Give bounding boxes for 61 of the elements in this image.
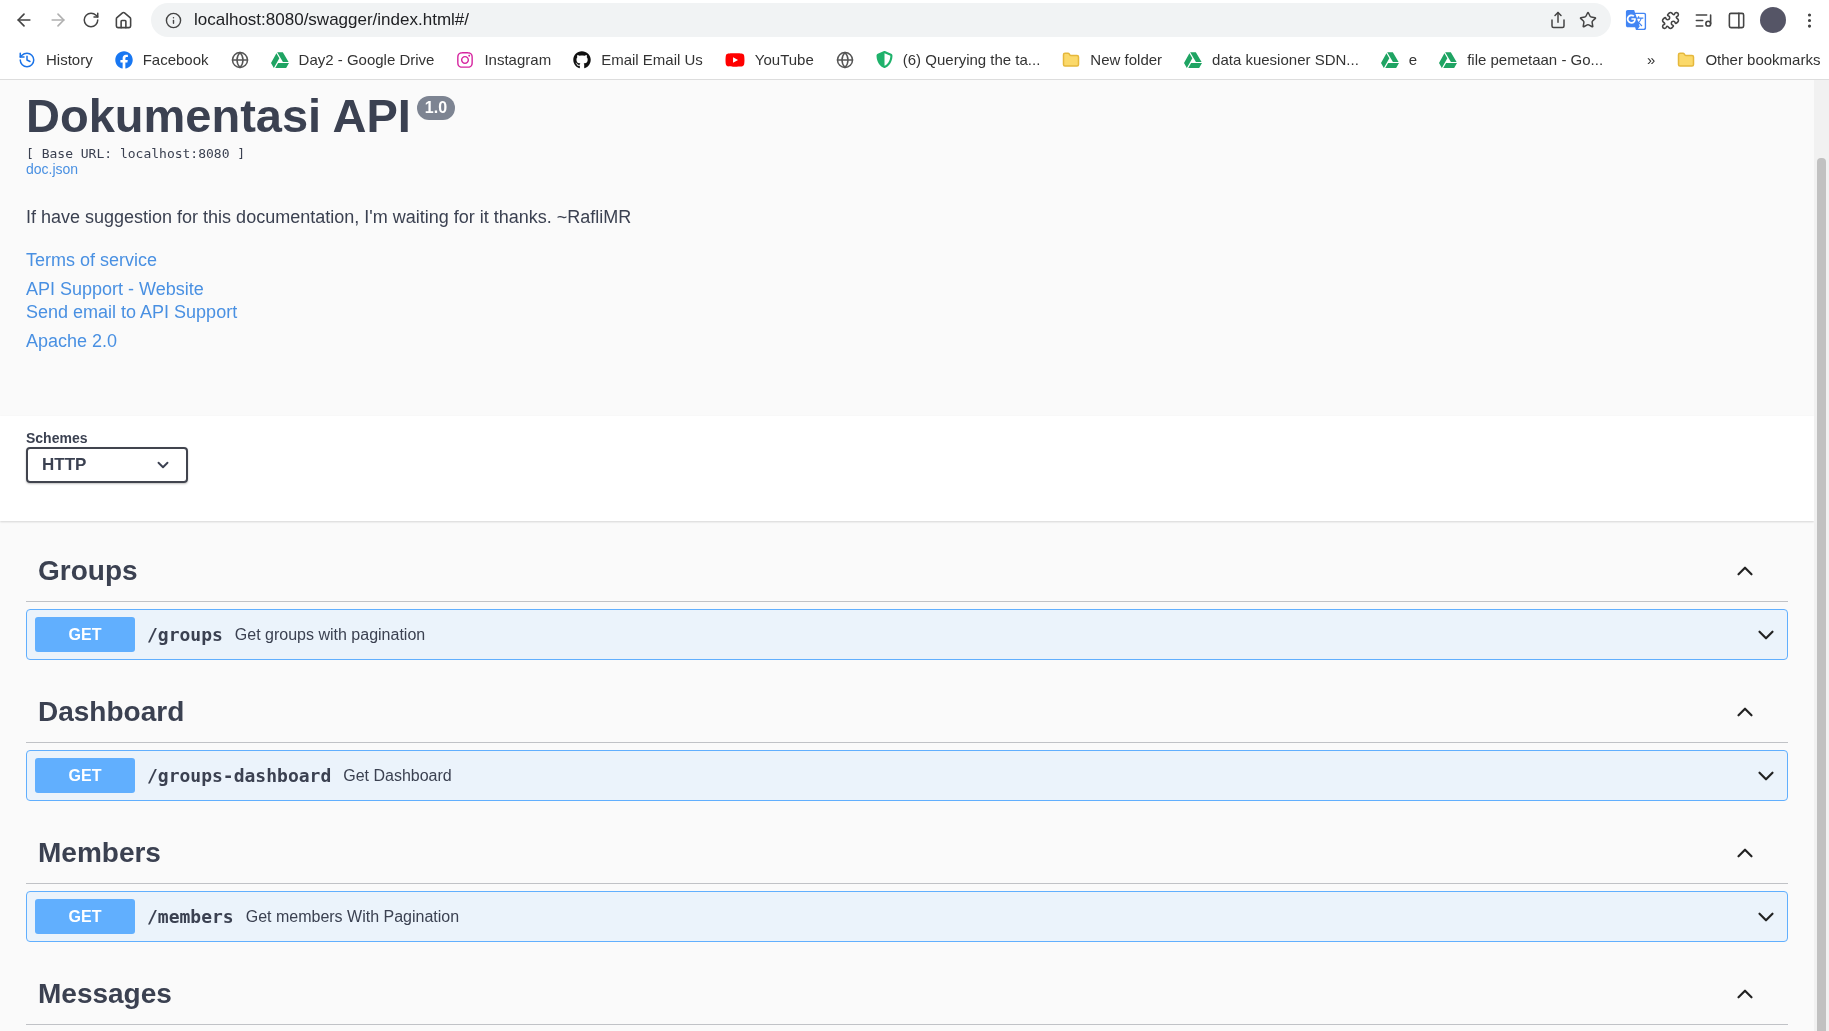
bookmark-item[interactable]: History — [18, 50, 93, 69]
side-panel-button[interactable] — [1727, 10, 1746, 30]
endpoint-path: /groups — [147, 624, 223, 646]
bookmark-item[interactable]: Facebook — [114, 50, 209, 69]
section-header[interactable]: Members — [26, 825, 1788, 885]
more-bookmarks-button[interactable]: » — [1647, 51, 1656, 68]
bookmark-star-button[interactable] — [1579, 11, 1597, 29]
shield-icon — [875, 51, 893, 68]
schemes-select[interactable]: HTTP — [26, 447, 188, 484]
operation-row[interactable]: GET /groups Get groups with pagination — [26, 609, 1788, 661]
address-bar[interactable]: localhost:8080/swagger/index.html#/ — [151, 3, 1611, 37]
profile-avatar[interactable] — [1760, 7, 1786, 33]
extensions-button[interactable] — [1661, 10, 1680, 30]
globe-icon — [835, 50, 854, 69]
scrollbar[interactable] — [1814, 80, 1829, 1031]
endpoint-summary: Get Dashboard — [343, 766, 453, 785]
bookmark-item[interactable]: Day2 - Google Drive — [270, 50, 435, 69]
section-header[interactable]: Messages — [26, 966, 1788, 1026]
page-title: Dokumentasi API — [26, 88, 411, 144]
drive-icon — [270, 50, 289, 69]
method-badge: GET — [35, 899, 135, 935]
operation-row[interactable]: GET /groups-dashboard Get Dashboard — [26, 750, 1788, 802]
base-url: [ Base URL: localhost:8080 ] — [26, 146, 247, 162]
section-header[interactable]: Dashboard — [26, 684, 1788, 744]
drive-icon — [1439, 50, 1458, 69]
method-badge: GET — [35, 758, 135, 794]
instagram-icon — [456, 50, 475, 69]
endpoint-summary: Get members With Pagination — [245, 907, 461, 926]
folder-icon — [1062, 50, 1081, 69]
folder-icon — [1677, 50, 1696, 69]
octocat-icon — [573, 50, 592, 69]
translate-extension-icon[interactable] — [1625, 9, 1647, 31]
bookmark-item[interactable]: New folder — [1062, 50, 1163, 69]
bookmark-item[interactable]: Instagram — [456, 50, 552, 69]
endpoint-path: /members — [147, 906, 234, 928]
bookmark-item[interactable]: YouTube — [724, 49, 814, 70]
operation-row[interactable]: GET /members Get members With Pagination — [26, 891, 1788, 943]
bookmark-item[interactable]: Email Email Us — [573, 50, 703, 69]
drive-icon — [1184, 50, 1203, 69]
bookmark-item[interactable]: (6) Querying the ta... — [875, 51, 1041, 68]
version-badge: 1.0 — [416, 96, 456, 120]
bookmark-item[interactable]: data kuesioner SDN... — [1184, 50, 1359, 69]
section-header[interactable]: Groups — [26, 543, 1788, 603]
history-icon — [18, 50, 36, 69]
facebook-icon — [114, 50, 133, 69]
bookmark-item[interactable] — [835, 50, 854, 69]
schemes-label: Schemes — [26, 430, 89, 447]
endpoint-path: /groups-dashboard — [147, 765, 332, 787]
home-button[interactable] — [114, 10, 133, 30]
description-text: If have suggestion for this documentation, I'm waiting for it thanks. ~RafliMR — [26, 207, 633, 229]
endpoint-summary: Get groups with pagination — [234, 625, 427, 644]
reload-button[interactable] — [82, 11, 100, 29]
drive-icon — [1380, 50, 1399, 69]
info-icon — [165, 11, 182, 29]
bookmark-item[interactable]: Other bookmarks — [1677, 50, 1821, 69]
bookmark-item[interactable]: e — [1380, 50, 1418, 69]
method-badge: GET — [35, 617, 135, 653]
bookmark-item[interactable] — [230, 50, 249, 69]
bookmark-item[interactable]: file pemetaan - Go... — [1439, 50, 1604, 69]
share-button[interactable] — [1549, 11, 1567, 29]
globe-icon — [230, 50, 249, 69]
